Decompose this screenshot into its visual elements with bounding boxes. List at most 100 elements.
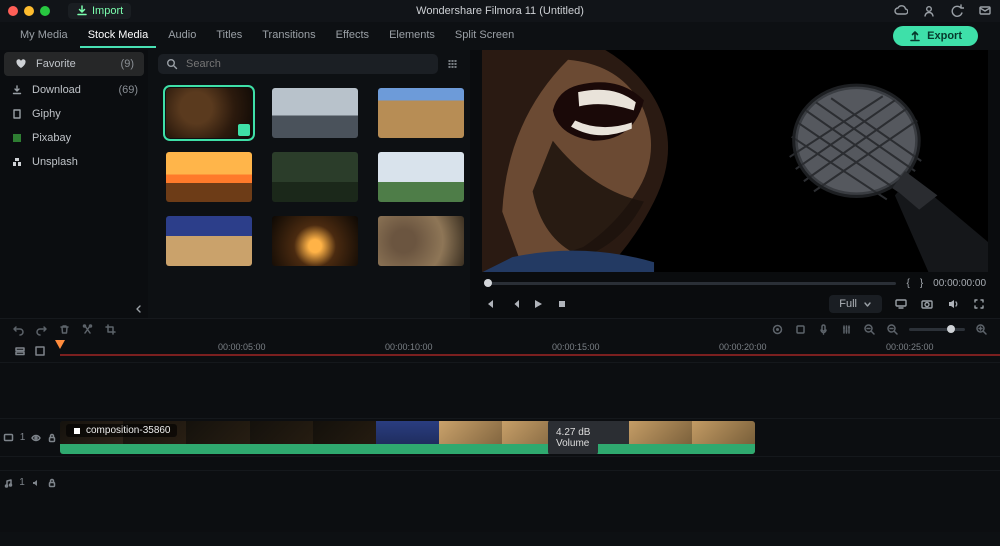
sidebar-item-label: Pixabay [32,132,71,144]
tab-transitions[interactable]: Transitions [254,24,323,48]
audio-track[interactable] [60,471,1000,494]
track-view-b-button[interactable] [34,345,46,357]
tab-elements[interactable]: Elements [381,24,443,48]
message-icon[interactable] [978,4,992,18]
zoom-fit-button[interactable] [863,323,876,336]
render-button[interactable] [794,323,807,336]
chevron-down-icon [863,300,872,309]
quality-dropdown[interactable]: Full [829,295,882,313]
grid-view-icon[interactable] [446,57,460,71]
tab-effects[interactable]: Effects [328,24,377,48]
voiceover-button[interactable] [817,323,830,336]
quality-label: Full [839,298,857,310]
zoom-out-button[interactable] [886,323,899,336]
heart-icon [14,58,28,70]
zoom-slider[interactable] [909,328,965,331]
stop-button[interactable] [556,298,568,310]
snapshot-icon[interactable] [920,297,934,311]
video-track-head[interactable]: 1 [0,419,60,456]
sidebar-item-label: Giphy [32,108,61,120]
redo-button[interactable] [35,323,48,336]
crop-button[interactable] [104,323,117,336]
pixabay-icon [10,132,24,144]
ruler-tick: 00:00:25:00 [886,342,934,352]
volume-icon[interactable] [946,297,960,311]
source-sidebar: Favorite (9) Download (69) Giphy Pixabay… [0,50,148,318]
delete-button[interactable] [58,323,71,336]
undo-button[interactable] [12,323,25,336]
sidebar-item-giphy[interactable]: Giphy [0,102,148,126]
media-thumb[interactable] [378,88,464,138]
mixer-button[interactable] [840,323,853,336]
ruler-range [60,354,1000,356]
media-thumb[interactable] [272,216,358,266]
playhead[interactable] [55,340,65,349]
download-icon [10,84,24,96]
tab-titles[interactable]: Titles [208,24,250,48]
minimize-window-icon[interactable] [24,6,34,16]
window-title: Wondershare Filmora 11 (Untitled) [0,5,1000,17]
tab-split-screen[interactable]: Split Screen [447,24,522,48]
sidebar-item-download[interactable]: Download (69) [0,78,148,102]
marker-button[interactable] [771,323,784,336]
speaker-icon[interactable] [31,478,41,488]
unsplash-icon [10,156,24,168]
lock-icon[interactable] [47,433,57,443]
lock-icon[interactable] [47,478,57,488]
cloud-icon[interactable] [894,4,908,18]
import-button[interactable]: Import [68,3,131,19]
video-track[interactable]: composition-35860 4.27 dB Volume [60,419,1000,456]
clip-audio-lane[interactable] [60,444,755,454]
zoom-in-button[interactable] [975,323,988,336]
media-thumb[interactable] [166,216,252,266]
media-thumb[interactable] [378,216,464,266]
import-icon [76,5,88,17]
window-controls[interactable] [8,6,50,16]
export-button[interactable]: Export [893,26,978,46]
media-thumb[interactable] [272,88,358,138]
timeline-toolbar [0,318,1000,340]
video-track-row: 1 [0,418,1000,456]
account-icon[interactable] [922,4,936,18]
search-input[interactable] [158,54,438,74]
media-thumb[interactable] [166,88,252,138]
preview-viewport[interactable] [482,50,988,272]
tab-stock-media[interactable]: Stock Media [80,24,157,48]
media-thumb[interactable] [272,152,358,202]
step-back-button[interactable] [508,298,520,310]
volume-db: 4.27 dB [556,427,590,438]
close-window-icon[interactable] [8,6,18,16]
ruler-tick: 00:00:15:00 [552,342,600,352]
play-button[interactable] [532,298,544,310]
eye-icon[interactable] [31,433,41,443]
split-button[interactable] [81,323,94,336]
mark-out-bracket[interactable]: } [920,278,923,289]
bottom-padding-row [0,494,1000,532]
media-thumb[interactable] [378,152,464,202]
media-thumb[interactable] [166,152,252,202]
sidebar-item-pixabay[interactable]: Pixabay [0,126,148,150]
fullscreen-icon[interactable] [972,297,986,311]
tab-audio[interactable]: Audio [160,24,204,48]
prev-frame-button[interactable] [484,298,496,310]
tab-my-media[interactable]: My Media [12,24,76,48]
ruler-tick: 00:00:05:00 [218,342,266,352]
preview-timecode: 00:00:00:00 [933,278,986,289]
track-view-a-button[interactable] [14,345,26,357]
audio-track-head[interactable]: 1 [0,471,60,494]
ruler-tick: 00:00:20:00 [719,342,767,352]
refresh-icon[interactable] [950,4,964,18]
maximize-window-icon[interactable] [40,6,50,16]
sidebar-item-favorite[interactable]: Favorite (9) [4,52,144,76]
sidebar-item-count: (69) [118,84,138,96]
sidebar-item-unsplash[interactable]: Unsplash [0,150,148,174]
import-label: Import [92,5,123,17]
display-icon[interactable] [894,297,908,311]
collapse-sidebar-button[interactable] [0,300,148,318]
mark-in-bracket[interactable]: { [906,278,909,289]
preview-scrubber[interactable] [484,282,896,285]
video-track-icon [3,432,14,443]
timeline-ruler[interactable]: 00:00:05:00 00:00:10:00 00:00:15:00 00:0… [60,340,1000,362]
search-field[interactable] [184,57,430,71]
timeline-clip[interactable]: composition-35860 4.27 dB Volume [60,421,755,454]
